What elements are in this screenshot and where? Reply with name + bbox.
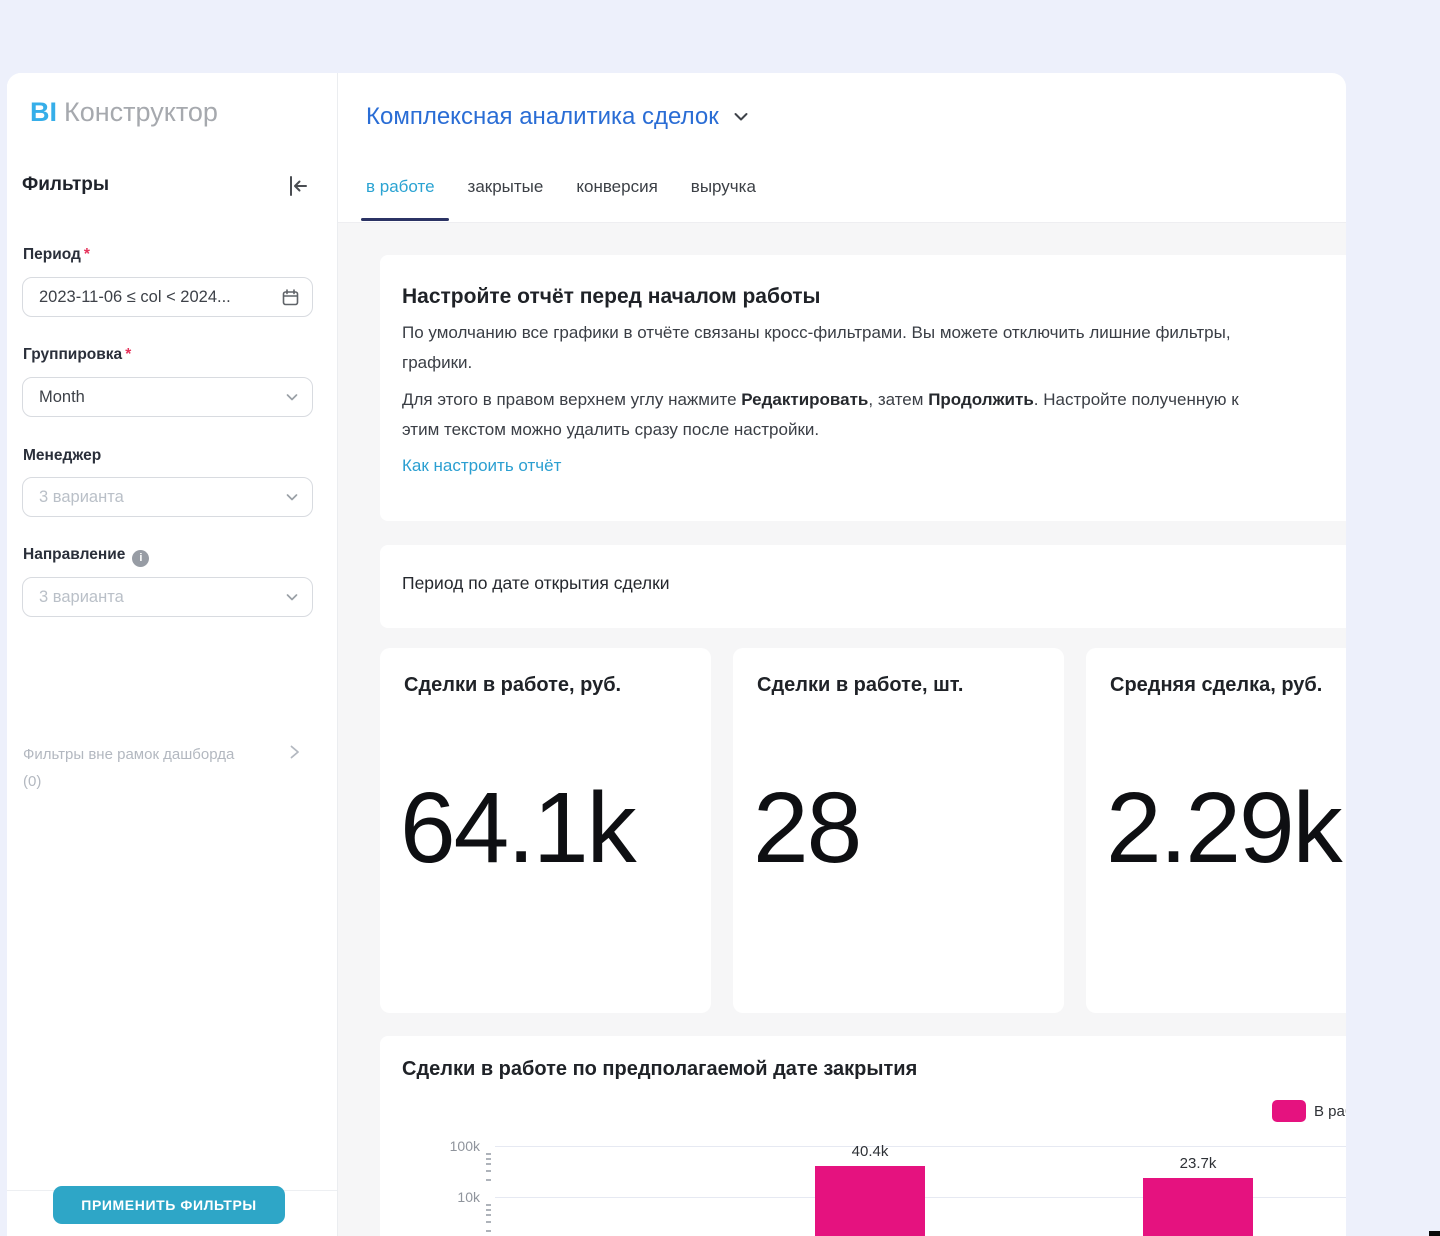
screen-artifact [1429, 1231, 1440, 1236]
active-tab-underline [361, 218, 449, 221]
y-axis-minor-tick [486, 1204, 491, 1206]
grouping-label: Группировка* [23, 346, 131, 364]
dashboard-title-dropdown[interactable]: Комплексная аналитика сделок [366, 100, 751, 134]
outer-filters-label: Фильтры вне рамок дашборда [23, 741, 319, 768]
y-axis-minor-tick [486, 1230, 491, 1232]
manager-label: Менеджер [23, 447, 101, 465]
grouping-value: Month [39, 388, 284, 407]
tabs-bottom-divider [338, 222, 1346, 223]
notice-paragraph2-line2: этим текстом можно удалить сразу после н… [402, 418, 819, 442]
report-tabs: в работе закрытые конверсия выручка [366, 177, 756, 197]
notice-paragraph2-line1: Для этого в правом верхнем углу нажмите … [402, 388, 1239, 412]
kpi-card-deals-count: Сделки в работе, шт. 28 [733, 648, 1064, 1013]
chevron-down-icon [731, 107, 751, 127]
tab-zakrytye[interactable]: закрытые [468, 177, 544, 197]
info-icon[interactable]: i [132, 550, 149, 567]
required-asterisk: * [125, 346, 131, 363]
notice-paragraph1-line2: графики. [402, 351, 472, 375]
y-axis-minor-tick [486, 1158, 491, 1160]
legend-label: В работе [1314, 1103, 1346, 1120]
how-to-configure-link[interactable]: Как настроить отчёт [402, 456, 561, 476]
tab-konversiya[interactable]: конверсия [576, 177, 657, 197]
chevron-right-icon [285, 743, 303, 770]
kpi-card-deals-rub: Сделки в работе, руб. 64.1k [380, 648, 711, 1013]
kpi-title: Средняя сделка, руб. [1110, 674, 1322, 697]
page-title: Комплексная аналитика сделок [366, 103, 719, 131]
notice-title: Настройте отчёт перед началом работы [402, 285, 820, 309]
required-asterisk: * [84, 246, 90, 263]
tab-v-rabote[interactable]: в работе [366, 177, 435, 197]
app-window: BIКонструктор Фильтры Период* 2023-11-06… [7, 73, 1346, 1236]
filters-header: Фильтры [22, 174, 322, 202]
legend-swatch [1272, 1100, 1306, 1122]
app-logo: BIКонструктор [30, 97, 218, 128]
y-axis-minor-tick [486, 1214, 491, 1216]
manager-placeholder: 3 варианта [39, 488, 284, 507]
logo-name: Конструктор [64, 97, 218, 127]
bar-value-label: 40.4k [815, 1143, 925, 1160]
y-axis-minor-tick [486, 1170, 491, 1172]
sidebar: BIКонструктор Фильтры Период* 2023-11-06… [7, 73, 337, 1236]
setup-notice-panel: Настройте отчёт перед началом работы По … [380, 255, 1346, 521]
period-filter-panel[interactable]: Период по дате открытия сделки [380, 545, 1346, 628]
chart-title: Сделки в работе по предполагаемой дате з… [402, 1058, 917, 1081]
period-value: 2023-11-06 ≤ col < 2024... [39, 288, 281, 307]
period-panel-label: Период по дате открытия сделки [402, 573, 670, 594]
manager-select[interactable]: 3 варианта [22, 477, 313, 517]
chart-bar[interactable] [1143, 1178, 1253, 1236]
y-axis-minor-tick [486, 1209, 491, 1211]
legend-item-v-rabote[interactable]: В работе [1272, 1100, 1346, 1122]
y-axis-tick-10k: 10k [420, 1189, 480, 1205]
apply-filters-button[interactable]: ПРИМЕНИТЬ ФИЛЬТРЫ [53, 1186, 285, 1224]
y-axis-minor-tick [486, 1153, 491, 1155]
screen: BIКонструктор Фильтры Период* 2023-11-06… [0, 0, 1440, 1236]
kpi-value: 64.1k [400, 776, 635, 881]
outer-filters-count: (0) [23, 768, 319, 795]
chart-bar[interactable] [815, 1166, 925, 1236]
kpi-title: Сделки в работе, руб. [404, 674, 621, 697]
y-axis-minor-tick [486, 1221, 491, 1223]
grouping-select[interactable]: Month [22, 377, 313, 417]
chevron-down-icon [284, 389, 300, 405]
tab-vyruchka[interactable]: выручка [691, 177, 756, 197]
chevron-down-icon [284, 589, 300, 605]
y-axis-minor-tick [486, 1163, 491, 1165]
direction-select[interactable]: 3 варианта [22, 577, 313, 617]
direction-placeholder: 3 варианта [39, 588, 284, 607]
notice-paragraph1-line1: По умолчанию все графики в отчёте связан… [402, 321, 1231, 345]
calendar-icon [281, 288, 300, 307]
kpi-title: Сделки в работе, шт. [757, 674, 963, 697]
logo-bi: BI [30, 97, 57, 127]
y-axis-minor-tick [486, 1179, 491, 1181]
kpi-value: 28 [753, 776, 860, 881]
filters-title: Фильтры [22, 174, 109, 195]
chevron-down-icon [284, 489, 300, 505]
outer-filters-toggle[interactable]: Фильтры вне рамок дашборда (0) [23, 741, 319, 795]
kpi-value: 2.29k [1106, 776, 1341, 881]
period-input[interactable]: 2023-11-06 ≤ col < 2024... [22, 277, 313, 317]
y-axis-tick-100k: 100k [420, 1138, 480, 1154]
period-label: Период* [23, 246, 90, 264]
direction-label: Направлениеi [23, 546, 149, 567]
bar-value-label: 23.7k [1143, 1155, 1253, 1172]
bar-chart-panel: Сделки в работе по предполагаемой дате з… [380, 1036, 1346, 1236]
kpi-card-avg-deal: Средняя сделка, руб. 2.29k [1086, 648, 1346, 1013]
collapse-sidebar-icon[interactable] [284, 172, 312, 200]
